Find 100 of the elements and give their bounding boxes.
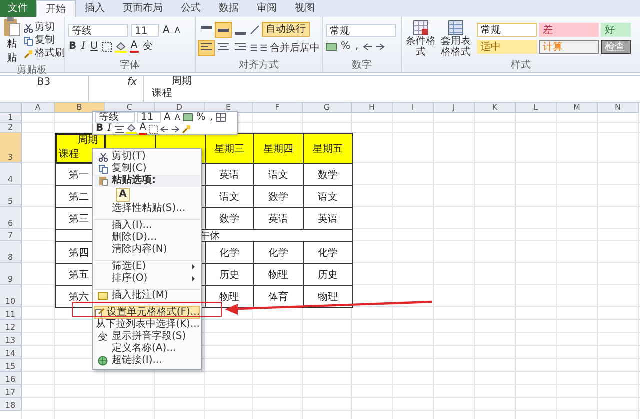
ribbon-tab[interactable]: 视图 [286,0,324,17]
bold-button[interactable]: B [95,124,105,134]
percent-button[interactable]: % [195,112,207,122]
decimal-icon [160,124,180,134]
conditional-format-button[interactable]: 条件格式 [405,20,437,58]
column-header[interactable]: B [55,103,105,113]
row-header[interactable]: 17 [0,385,22,398]
table-cell: 语文 [303,185,353,208]
wrap-text-button[interactable]: 自动换行 [262,22,310,37]
cell-style-swatch[interactable]: 好 [601,23,631,37]
orientation-icon [250,24,260,34]
cell-style-swatch[interactable]: 适中 [477,40,537,54]
name-box[interactable]: B3 [0,76,89,102]
ribbon-tab[interactable]: 页面布局 [114,0,172,17]
row-header[interactable]: 9 [0,263,22,285]
font-color-button[interactable]: A [130,41,139,53]
number-format-field[interactable]: 常规 [326,24,396,37]
vertical-align-icon[interactable] [216,22,231,36]
group-label: 样式 [510,60,532,72]
copy-button[interactable]: 复制 [24,35,65,47]
table-cell: 数学 [303,163,353,186]
ribbon-tab[interactable]: 审阅 [248,0,286,17]
menu-item[interactable]: 从下拉列表中选择(K)... [94,319,200,331]
paste-option-button[interactable]: A [116,188,130,202]
italic-button[interactable]: I [80,41,87,53]
underline-button[interactable]: U [90,41,99,53]
format-table-button[interactable]: 套用表格格式 [440,20,472,58]
ribbon-tab[interactable]: 文件 [0,0,36,17]
grow-font-button[interactable]: A [163,112,172,122]
table-cell: 物理 [253,263,304,286]
font-name-field[interactable]: 等线 [68,24,128,37]
ribbon-tab[interactable]: 插入 [76,0,114,17]
row-header[interactable]: 15 [0,359,22,372]
insert-function-button[interactable]: fx [128,76,137,102]
column-header[interactable]: L [516,103,557,113]
row-header[interactable]: 14 [0,346,22,359]
row-header[interactable]: 16 [0,372,22,385]
column-header[interactable]: H [352,103,393,113]
font-color-button[interactable]: A [138,123,148,135]
menu-item[interactable]: 变 显示拼音字段(S) [94,331,200,343]
italic-button[interactable]: I [106,124,113,134]
phonetic-button[interactable]: 变 [142,41,154,53]
formula-field[interactable]: 周期 课程 [144,76,640,102]
row-header[interactable]: 6 [0,207,22,229]
note-icon [98,292,108,300]
border-icon [149,124,158,134]
ribbon-tab[interactable]: 数据 [210,0,248,17]
shrink-font-button[interactable]: A [174,24,182,36]
column-header[interactable]: J [434,103,475,113]
menu-item[interactable]: 超链接(I)... [94,355,200,367]
column-header[interactable]: I [393,103,434,113]
grow-font-button[interactable]: A [162,24,171,36]
ribbon-tab[interactable]: 公式 [172,0,210,17]
row-header[interactable]: 5 [0,185,22,207]
row-header[interactable]: 11 [0,307,22,320]
column-header[interactable]: A [22,103,55,113]
table-cell: 化学 [253,241,304,264]
column-header[interactable]: G [303,103,352,113]
row-header[interactable]: 12 [0,320,22,333]
menu-item[interactable]: 插入批注(M) [94,289,200,302]
paste-button[interactable]: 粘贴 [3,17,21,65]
menu-item[interactable]: 定义名称(A)... [94,343,200,355]
row-header[interactable]: 1 [0,113,22,123]
copy-icon [98,164,108,174]
menu-item[interactable]: 筛选(E) [94,260,200,273]
comma-button[interactable]: , [354,41,360,53]
bold-button[interactable]: B [68,41,78,53]
cell-style-swatch[interactable]: 差 [539,23,599,37]
row-header[interactable]: 2 [0,123,22,133]
merge-center-button[interactable]: 合并后居中 [270,42,320,54]
row-header[interactable]: 4 [0,163,22,185]
group-label: 数字 [351,60,373,72]
row-header[interactable]: 18 [0,398,22,411]
row-header[interactable]: 7 [0,229,22,241]
menu-item[interactable]: 设置单元格格式(F)... [94,306,200,319]
font-size-field[interactable]: 11 [131,24,159,37]
percent-button[interactable]: % [340,41,352,53]
row-header[interactable]: 13 [0,333,22,346]
table-cell: 英语 [253,207,304,230]
font-size-field[interactable]: 11 [137,112,161,123]
table-cell: 星期四 [253,133,304,164]
column-header[interactable]: N [598,103,639,113]
font-name-field[interactable]: 等线 [95,112,135,123]
column-header[interactable]: M [557,103,598,113]
header-text: 周期 [78,135,99,146]
cell-style-swatch[interactable]: 常规 [477,23,537,37]
row-header[interactable]: 8 [0,241,22,263]
format-painter-button[interactable]: 格式刷 [24,48,65,60]
horizontal-align-icon[interactable] [199,41,214,55]
shrink-font-button[interactable]: A [174,112,182,122]
column-header[interactable]: F [253,103,303,113]
cut-button[interactable]: 剪切 [24,22,65,34]
menu-item[interactable]: 插入(I)... [94,219,200,232]
ribbon-tab[interactable]: 开始 [36,0,76,17]
column-header[interactable]: K [475,103,516,113]
menu-item[interactable]: 删除(D)... [94,232,200,244]
row-header[interactable]: 3 [0,133,22,163]
comma-button[interactable]: , [208,112,214,122]
menu-item[interactable]: 剪切(T) [94,151,200,163]
row-header[interactable]: 10 [0,285,22,307]
